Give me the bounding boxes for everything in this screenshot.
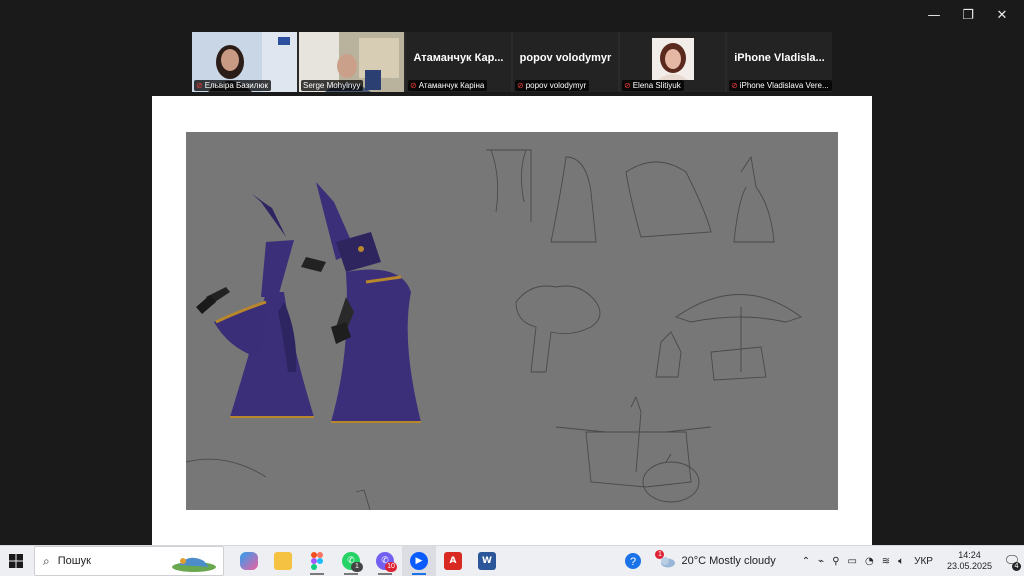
windows-logo-icon xyxy=(9,554,23,568)
whatsapp-app-button[interactable]: ✆ 1 xyxy=(334,546,368,576)
window-controls: — ❐ ✕ xyxy=(920,6,1016,24)
participant-name: Elena Slitiyuk xyxy=(632,81,681,90)
participant-name-label: ⊘ iPhone Vladislava Vere... xyxy=(729,80,832,91)
notification-count: 4 xyxy=(1012,562,1021,571)
clock[interactable]: 14:24 23.05.2025 xyxy=(947,550,992,572)
participant-display-name: Атаманчук Кар... xyxy=(413,52,504,64)
participant-display-name: popov volodymyr xyxy=(519,52,612,64)
cloud-icon: 1 xyxy=(655,550,676,568)
zoom-app-button[interactable]: ▶ xyxy=(402,546,436,576)
svg-text:?: ? xyxy=(630,556,636,568)
clock-date: 23.05.2025 xyxy=(946,561,992,571)
concept-art-drawing: ​ xyxy=(186,149,802,510)
copilot-icon xyxy=(240,552,258,570)
search-placeholder: Пошук xyxy=(57,555,91,567)
start-button[interactable] xyxy=(0,546,32,576)
clock-time: 14:24 xyxy=(958,550,981,560)
word-icon: W xyxy=(478,552,496,570)
acrobat-app-button[interactable]: A xyxy=(436,546,470,576)
restore-button[interactable]: ❐ xyxy=(954,6,982,24)
mic-muted-icon: ⊘ xyxy=(731,81,738,90)
acrobat-icon: A xyxy=(444,552,462,570)
battery-icon[interactable]: ▭ xyxy=(848,556,857,567)
participant-name-label: Serge Mohylnyy xyxy=(301,80,364,91)
notifications-button[interactable]: 🗨︎ 4 xyxy=(1000,546,1024,576)
help-icon: ? xyxy=(625,553,642,569)
search-icon: ⌕ xyxy=(43,553,50,568)
shared-artwork: ​ xyxy=(186,132,838,510)
viber-app-button[interactable]: ✆ 10 xyxy=(368,546,402,576)
mic-muted-icon: ⊘ xyxy=(410,81,417,90)
folder-icon xyxy=(274,552,292,570)
participant-name: Ельвіра Базилюк xyxy=(204,81,268,90)
file-explorer-app-button[interactable] xyxy=(266,546,300,576)
show-hidden-icons[interactable]: ⌃ xyxy=(802,556,810,567)
zoom-icon: ▶ xyxy=(410,552,428,570)
search-highlight-illustration xyxy=(172,557,216,572)
participant-name-label: ⊘ Elena Slitiyuk xyxy=(622,80,684,91)
help-app-button[interactable]: ? xyxy=(622,550,644,572)
figma-app-button[interactable] xyxy=(300,546,334,576)
wifi-icon[interactable]: ≋ xyxy=(882,556,890,567)
participant-display-name: iPhone Vladisla... xyxy=(734,52,825,64)
participant-name: Атаманчук Каріна xyxy=(418,81,485,90)
participant-name-label: ⊘ Ельвіра Базилюк xyxy=(194,80,271,91)
participant-tile[interactable]: Атаманчук Кар... ⊘ Атаманчук Каріна xyxy=(406,32,511,92)
participant-tile-active[interactable]: Serge Mohylnyy xyxy=(299,32,404,92)
network-icon[interactable]: ◔ xyxy=(865,556,874,567)
figma-icon xyxy=(311,552,323,570)
participant-name: popov volodymyr xyxy=(525,81,587,90)
small-hooded-character xyxy=(196,194,314,418)
mic-muted-icon: ⊘ xyxy=(517,81,524,90)
windows-taskbar: ⌕ Пошук ✆ 1 ✆ 10 ▶ A W ? 1 20°C Mostly c… xyxy=(0,545,1024,576)
mic-muted-icon: ⊘ xyxy=(624,81,631,90)
taskbar-apps: ✆ 1 ✆ 10 ▶ A W xyxy=(232,546,504,576)
participant-name: iPhone Vladislava Vere... xyxy=(739,81,829,90)
participant-tile[interactable]: popov volodymyr ⊘ popov volodymyr xyxy=(513,32,618,92)
word-app-button[interactable]: W xyxy=(470,546,504,576)
participant-name: Serge Mohylnyy xyxy=(303,81,361,90)
close-button[interactable]: ✕ xyxy=(988,6,1016,24)
taskbar-search[interactable]: ⌕ Пошук xyxy=(34,546,224,576)
weather-widget[interactable]: 1 20°C Mostly cloudy xyxy=(655,550,776,568)
volume-icon[interactable]: 🔈︎ xyxy=(898,556,904,567)
system-tray: ? 1 20°C Mostly cloudy ⌃ ⌁ ⚲ ▭ ◔ ≋ 🔈︎ УК… xyxy=(622,546,1024,576)
unread-badge: 10 xyxy=(385,562,397,572)
minimize-button[interactable]: — xyxy=(920,6,948,24)
microphone-icon[interactable]: ⚲ xyxy=(832,556,839,567)
language-indicator[interactable]: УКР xyxy=(914,556,933,567)
tall-hooded-character xyxy=(301,182,421,423)
unread-badge: 1 xyxy=(351,562,363,572)
copilot-app-button[interactable] xyxy=(232,546,266,576)
weather-text: 20°C Mostly cloudy xyxy=(681,555,776,567)
participant-name-label: ⊘ popov volodymyr xyxy=(515,80,590,91)
participant-tile[interactable]: ⊘ Elena Slitiyuk xyxy=(620,32,725,92)
participant-tile[interactable]: ⊘ Ельвіра Базилюк xyxy=(192,32,297,92)
mic-muted-icon: ⊘ xyxy=(196,81,203,90)
participant-tile[interactable]: iPhone Vladisla... ⊘ iPhone Vladislava V… xyxy=(727,32,832,92)
participant-strip: ⊘ Ельвіра Базилюк Serge Mohylnyy Атаманч… xyxy=(192,32,832,92)
bluetooth-icon[interactable]: ⌁ xyxy=(818,556,824,567)
participant-name-label: ⊘ Атаманчук Каріна xyxy=(408,80,488,91)
